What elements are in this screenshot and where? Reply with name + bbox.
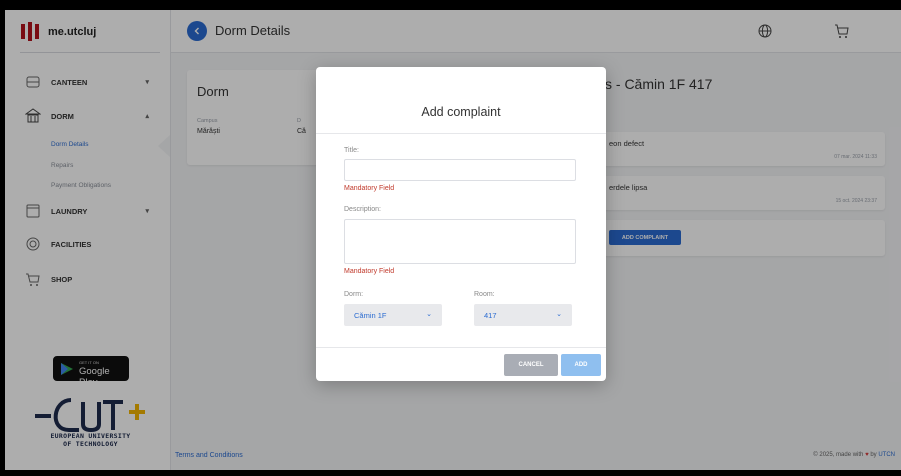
dorm-select[interactable]: Cămin 1F ⌄ [344,304,442,326]
description-label: Description: [344,206,381,213]
dorm-select-label: Dorm: [344,291,364,298]
title-input[interactable] [344,159,576,181]
title-error: Mandatory Field [344,185,395,192]
chevron-down-icon: ⌄ [556,311,562,318]
chevron-down-icon: ⌄ [426,311,432,318]
add-complaint-dialog: Add complaint Title: Mandatory Field Des… [316,67,606,381]
cancel-button[interactable]: CANCEL [504,354,558,376]
room-select-label: Room: [474,291,495,298]
divider [316,133,606,134]
title-label: Title: [344,147,359,154]
dorm-select-value: Cămin 1F [354,310,387,320]
divider [316,347,606,348]
app-window: me.utcluj CANTEEN ▾ DORM ▴ Dorm Details … [5,10,901,470]
room-select[interactable]: 417 ⌄ [474,304,572,326]
description-error: Mandatory Field [344,268,395,275]
dialog-title: Add complaint [421,105,501,119]
room-select-value: 417 [484,310,497,320]
add-button[interactable]: ADD [561,354,601,376]
description-textarea[interactable] [344,219,576,264]
